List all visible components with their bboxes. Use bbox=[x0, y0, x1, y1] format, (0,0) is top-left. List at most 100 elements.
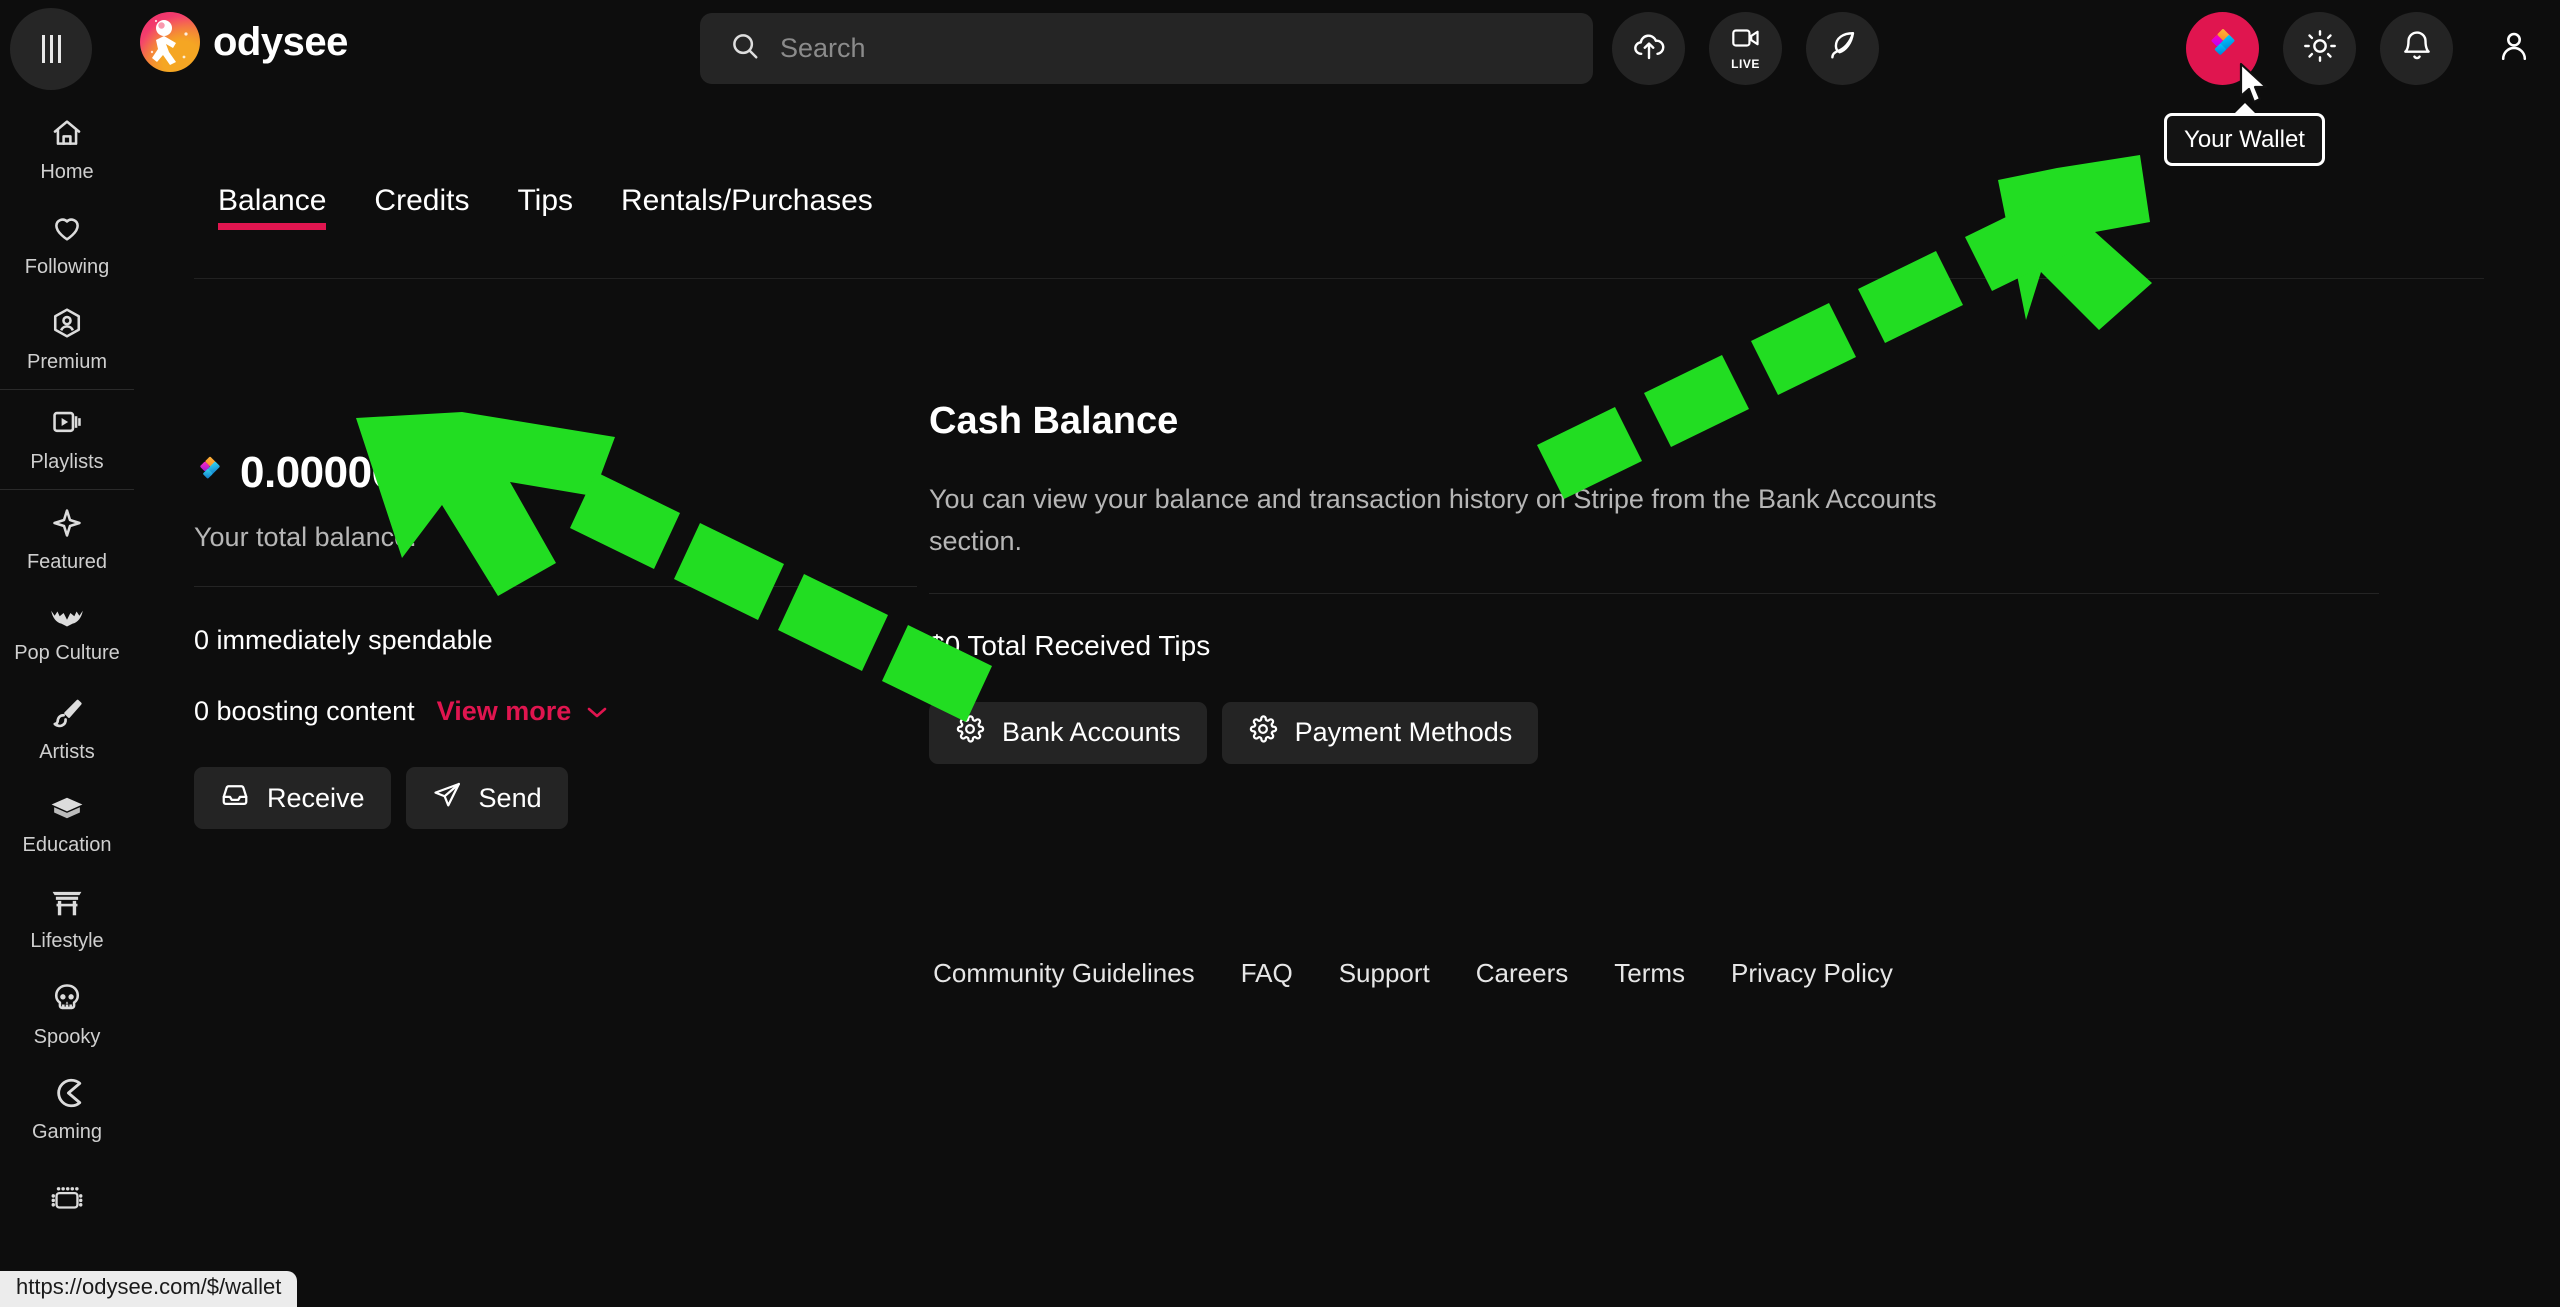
sidebar-item-lifestyle[interactable]: Lifestyle bbox=[0, 872, 134, 967]
view-more-label: View more bbox=[436, 696, 572, 726]
brand-logo-link[interactable]: odysee bbox=[140, 12, 348, 72]
video-camera-icon bbox=[1731, 26, 1761, 55]
receive-button[interactable]: Receive bbox=[194, 767, 391, 829]
sidebar-item-label: Premium bbox=[26, 350, 107, 373]
torii-gate-icon bbox=[50, 887, 84, 924]
sidebar-item-education[interactable]: Education bbox=[0, 777, 134, 872]
sidebar-item-label: Spooky bbox=[33, 1025, 101, 1048]
search-icon bbox=[730, 31, 760, 66]
search-input[interactable]: Search bbox=[700, 13, 1593, 84]
cash-balance-description: You can view your balance and transactio… bbox=[929, 484, 1937, 556]
tab-tips[interactable]: Tips bbox=[493, 184, 597, 230]
sun-icon bbox=[2303, 29, 2337, 68]
tab-label: Credits bbox=[374, 184, 470, 217]
payment-methods-button[interactable]: Payment Methods bbox=[1221, 701, 1539, 764]
footer-links: Community Guidelines FAQ Support Careers… bbox=[268, 958, 2558, 989]
wallet-tooltip: Your Wallet bbox=[2164, 113, 2325, 166]
bat-icon bbox=[49, 605, 85, 636]
footer-link-support[interactable]: Support bbox=[1339, 958, 1430, 989]
wallet-tabs: Balance Credits Tips Rentals/Purchases bbox=[194, 184, 897, 230]
notifications-button[interactable] bbox=[2380, 12, 2453, 85]
tab-credits[interactable]: Credits bbox=[350, 184, 493, 230]
hamburger-menu-button[interactable] bbox=[10, 8, 92, 90]
tabs-divider bbox=[194, 278, 2484, 279]
hamburger-icon bbox=[41, 35, 61, 63]
sidebar-item-playlists[interactable]: Playlists bbox=[0, 392, 134, 487]
sidebar-item-spooky[interactable]: Spooky bbox=[0, 967, 134, 1062]
sidebar-item-film[interactable] bbox=[0, 1157, 134, 1252]
theme-toggle-button[interactable] bbox=[2283, 12, 2356, 85]
footer-link-terms[interactable]: Terms bbox=[1614, 958, 1685, 989]
tab-rentals-purchases[interactable]: Rentals/Purchases bbox=[597, 184, 897, 230]
sidebar-item-label: Home bbox=[40, 160, 94, 183]
inbox-icon bbox=[220, 780, 250, 817]
film-strip-icon bbox=[50, 1184, 84, 1219]
gear-icon bbox=[955, 714, 985, 751]
upload-button[interactable] bbox=[1612, 12, 1685, 85]
gear-icon bbox=[1248, 714, 1278, 751]
go-live-button[interactable]: LIVE bbox=[1709, 12, 1782, 85]
tab-balance[interactable]: Balance bbox=[194, 184, 350, 230]
tab-label: Balance bbox=[218, 184, 327, 217]
footer-link-faq[interactable]: FAQ bbox=[1241, 958, 1293, 989]
boosting-amount: 0 boosting content bbox=[194, 696, 415, 726]
paper-plane-icon bbox=[432, 780, 462, 817]
total-received-tips: $0 Total Received Tips bbox=[929, 629, 1211, 661]
footer-link-community-guidelines[interactable]: Community Guidelines bbox=[933, 958, 1195, 989]
graduation-cap-icon bbox=[49, 793, 85, 828]
send-button[interactable]: Send bbox=[405, 767, 568, 829]
cloud-upload-icon bbox=[1632, 29, 1666, 68]
search-placeholder: Search bbox=[780, 33, 866, 63]
main-content: Balance Credits Tips Rentals/Purchases 0… bbox=[134, 98, 2560, 1307]
home-icon bbox=[50, 116, 84, 155]
sidebar-item-label: Following bbox=[24, 255, 110, 278]
sparkle-icon bbox=[50, 506, 84, 545]
premium-badge-icon bbox=[50, 306, 84, 345]
balance-amount: 0.00000000 bbox=[240, 448, 468, 497]
balance-divider bbox=[194, 586, 917, 587]
cash-balance-title: Cash Balance bbox=[929, 400, 1179, 442]
brand-name: odysee bbox=[213, 19, 348, 64]
sidebar-item-home[interactable]: Home bbox=[0, 102, 134, 197]
sidebar-item-label: Artists bbox=[39, 740, 95, 763]
odysee-astronaut-icon bbox=[140, 12, 200, 72]
cash-balance-panel: Cash Balance You can view your balance a… bbox=[929, 400, 2449, 764]
left-sidebar: Home Following Premium Playlists Feature… bbox=[0, 98, 134, 1307]
sidebar-item-pop-culture[interactable]: Pop Culture bbox=[0, 587, 134, 682]
top-header: odysee Search LIVE bbox=[0, 0, 2560, 104]
cash-balance-divider bbox=[929, 592, 2379, 594]
tab-active-underline bbox=[218, 223, 327, 230]
payment-methods-label: Payment Methods bbox=[1294, 717, 1513, 748]
lbc-diamond-icon bbox=[2204, 27, 2242, 70]
tab-label: Rentals/Purchases bbox=[621, 184, 873, 217]
sidebar-item-label: Lifestyle bbox=[30, 929, 104, 952]
sidebar-item-label: Education bbox=[22, 833, 112, 856]
sidebar-item-label: Playlists bbox=[30, 450, 104, 473]
user-icon bbox=[2496, 28, 2532, 69]
sidebar-item-label: Featured bbox=[26, 550, 108, 573]
view-more-button[interactable]: View more bbox=[437, 696, 610, 727]
create-post-button[interactable] bbox=[1806, 12, 1879, 85]
sidebar-item-premium[interactable]: Premium bbox=[0, 292, 134, 387]
status-bar-url: https://odysee.com/$/wallet bbox=[0, 1271, 298, 1307]
lbc-icon bbox=[194, 455, 226, 492]
sidebar-item-label: Pop Culture bbox=[14, 641, 120, 664]
account-button[interactable] bbox=[2477, 12, 2550, 85]
wallet-action-buttons: Receive Send bbox=[194, 767, 1094, 829]
bank-accounts-button[interactable]: Bank Accounts bbox=[929, 701, 1207, 764]
quill-pen-icon bbox=[1826, 29, 1860, 68]
sidebar-item-following[interactable]: Following bbox=[0, 197, 134, 292]
sidebar-divider bbox=[0, 489, 134, 490]
footer-link-privacy-policy[interactable]: Privacy Policy bbox=[1731, 958, 1893, 989]
skull-icon bbox=[50, 981, 84, 1020]
sidebar-item-featured[interactable]: Featured bbox=[0, 492, 134, 587]
footer-link-careers[interactable]: Careers bbox=[1476, 958, 1568, 989]
send-label: Send bbox=[478, 782, 542, 813]
app-root: odysee Search LIVE Your Wallet Home Foll… bbox=[0, 0, 2560, 1307]
tab-label: Tips bbox=[517, 184, 574, 217]
sidebar-item-label: Gaming bbox=[31, 1120, 103, 1143]
cash-action-buttons: Bank Accounts Payment Methods bbox=[929, 701, 2449, 764]
sidebar-item-gaming[interactable]: Gaming bbox=[0, 1062, 134, 1157]
sidebar-item-artists[interactable]: Artists bbox=[0, 682, 134, 777]
bell-icon bbox=[2400, 29, 2434, 68]
